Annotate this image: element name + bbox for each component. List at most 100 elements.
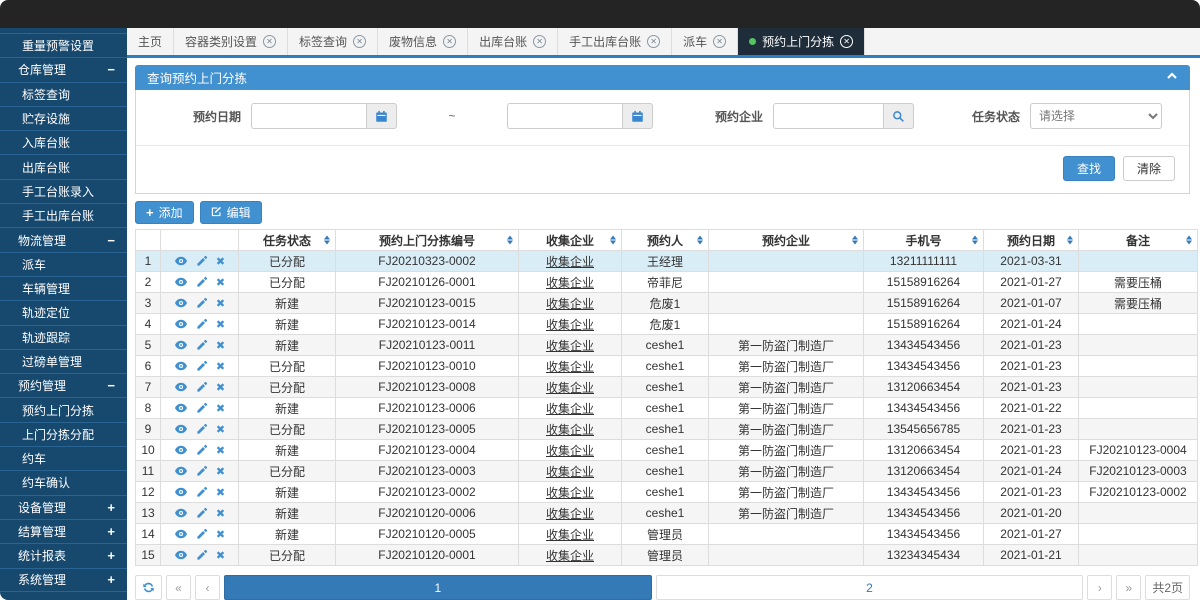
collector-cell[interactable]: 收集企业	[519, 503, 622, 524]
collector-cell[interactable]: 收集企业	[519, 482, 622, 503]
sidebar-item-track-trace[interactable]: 轨迹跟踪	[0, 325, 127, 349]
collector-link[interactable]: 收集企业	[546, 444, 594, 458]
sidebar-item-reservation-door-sorting[interactable]: 预约上门分拣	[0, 397, 127, 421]
column-header-1[interactable]: 预约上门分拣编号	[336, 230, 519, 251]
search-panel-header[interactable]: 查询预约上门分拣	[135, 65, 1190, 90]
column-header-7[interactable]: 备注	[1079, 230, 1198, 251]
edit-pencil-icon[interactable]	[196, 381, 208, 393]
view-eye-icon[interactable]	[174, 507, 188, 519]
tab-waste-info[interactable]: 废物信息✕	[378, 28, 468, 55]
sidebar-item-logistics-mgmt[interactable]: 物流管理−	[0, 227, 127, 251]
collector-link[interactable]: 收集企业	[546, 276, 594, 290]
edit-button[interactable]: 编辑	[200, 201, 262, 224]
tab-close-icon[interactable]: ✕	[353, 35, 366, 48]
column-header-2[interactable]: 收集企业	[519, 230, 622, 251]
pager-page-2[interactable]: 2	[656, 575, 1084, 600]
collector-cell[interactable]: 收集企业	[519, 419, 622, 440]
collector-cell[interactable]: 收集企业	[519, 461, 622, 482]
clear-button[interactable]: 清除	[1123, 156, 1175, 181]
table-row[interactable]: 1✖已分配FJ20210323-0002收集企业王经理1321111111120…	[136, 251, 1198, 272]
date-from-calendar-button[interactable]	[366, 103, 397, 129]
sidebar-item-reservation-mgmt[interactable]: 预约管理−	[0, 373, 127, 397]
collector-cell[interactable]: 收集企业	[519, 545, 622, 566]
sort-icon[interactable]	[1186, 236, 1192, 245]
column-header-4[interactable]: 预约企业	[709, 230, 864, 251]
delete-x-icon[interactable]: ✖	[216, 360, 225, 373]
delete-x-icon[interactable]: ✖	[216, 255, 225, 268]
view-eye-icon[interactable]	[174, 255, 188, 267]
tab-close-icon[interactable]: ✕	[443, 35, 456, 48]
sidebar-item-door-sorting-assign[interactable]: 上门分拣分配	[0, 422, 127, 446]
collector-link[interactable]: 收集企业	[546, 465, 594, 479]
edit-pencil-icon[interactable]	[196, 423, 208, 435]
view-eye-icon[interactable]	[174, 381, 188, 393]
date-from-input[interactable]	[251, 103, 366, 129]
delete-x-icon[interactable]: ✖	[216, 465, 225, 478]
sidebar-item-manual-ledger-entry[interactable]: 手工台账录入	[0, 179, 127, 203]
sidebar-item-track-location[interactable]: 轨迹定位	[0, 300, 127, 324]
table-row[interactable]: 3✖新建FJ20210123-0015收集企业危废115158916264202…	[136, 293, 1198, 314]
table-row[interactable]: 11✖已分配FJ20210123-0003收集企业ceshe1第一防盗门制造厂1…	[136, 461, 1198, 482]
sidebar-item-equipment-mgmt[interactable]: 设备管理+	[0, 495, 127, 519]
table-row[interactable]: 4✖新建FJ20210123-0014收集企业危废115158916264202…	[136, 314, 1198, 335]
edit-pencil-icon[interactable]	[196, 444, 208, 456]
collector-link[interactable]: 收集企业	[546, 486, 594, 500]
table-row[interactable]: 2✖已分配FJ20210126-0001收集企业帝菲尼1515891626420…	[136, 272, 1198, 293]
collector-link[interactable]: 收集企业	[546, 549, 594, 563]
view-eye-icon[interactable]	[174, 360, 188, 372]
view-eye-icon[interactable]	[174, 402, 188, 414]
delete-x-icon[interactable]: ✖	[216, 444, 225, 457]
delete-x-icon[interactable]: ✖	[216, 381, 225, 394]
collector-link[interactable]: 收集企业	[546, 318, 594, 332]
sidebar-item-label-query[interactable]: 标签查询	[0, 82, 127, 106]
sidebar-item-outbound-ledger[interactable]: 出库台账	[0, 154, 127, 178]
sidebar-item-warehouse-mgmt[interactable]: 仓库管理−	[0, 57, 127, 81]
column-header-3[interactable]: 预约人	[622, 230, 709, 251]
delete-x-icon[interactable]: ✖	[216, 423, 225, 436]
table-row[interactable]: 10✖新建FJ20210123-0004收集企业ceshe1第一防盗门制造厂13…	[136, 440, 1198, 461]
table-row[interactable]: 7✖已分配FJ20210123-0008收集企业ceshe1第一防盗门制造厂13…	[136, 377, 1198, 398]
sidebar-item-manual-outbound-ledger[interactable]: 手工出库台账	[0, 203, 127, 227]
add-button[interactable]: + 添加	[135, 201, 194, 224]
edit-pencil-icon[interactable]	[196, 549, 208, 561]
table-row[interactable]: 15✖已分配FJ20210120-0001收集企业管理员132343454342…	[136, 545, 1198, 566]
collector-link[interactable]: 收集企业	[546, 402, 594, 416]
edit-pencil-icon[interactable]	[196, 339, 208, 351]
edit-pencil-icon[interactable]	[196, 276, 208, 288]
panel-collapse-icon[interactable]	[1166, 70, 1178, 85]
view-eye-icon[interactable]	[174, 276, 188, 288]
view-eye-icon[interactable]	[174, 339, 188, 351]
sidebar-item-statistics-report[interactable]: 统计报表+	[0, 543, 127, 567]
tab-close-icon[interactable]: ✕	[263, 35, 276, 48]
collector-link[interactable]: 收集企业	[546, 381, 594, 395]
sort-icon[interactable]	[697, 236, 703, 245]
refresh-icon[interactable]	[135, 575, 162, 600]
sort-icon[interactable]	[507, 236, 513, 245]
table-row[interactable]: 5✖新建FJ20210123-0011收集企业ceshe1第一防盗门制造厂134…	[136, 335, 1198, 356]
tab-dispatch-vehicle[interactable]: 派车✕	[672, 28, 738, 55]
sort-icon[interactable]	[324, 236, 330, 245]
view-eye-icon[interactable]	[174, 423, 188, 435]
column-header-5[interactable]: 手机号	[864, 230, 984, 251]
sort-icon[interactable]	[1067, 236, 1073, 245]
edit-pencil-icon[interactable]	[196, 528, 208, 540]
pager-last-icon[interactable]: »	[1116, 575, 1141, 600]
date-to-calendar-button[interactable]	[622, 103, 653, 129]
column-header-6[interactable]: 预约日期	[984, 230, 1079, 251]
column-header-0[interactable]: 任务状态	[239, 230, 336, 251]
view-eye-icon[interactable]	[174, 297, 188, 309]
collector-link[interactable]: 收集企业	[546, 255, 594, 269]
sidebar-item-vehicle-mgmt[interactable]: 车辆管理	[0, 276, 127, 300]
table-row[interactable]: 6✖已分配FJ20210123-0010收集企业ceshe1第一防盗门制造厂13…	[136, 356, 1198, 377]
expand-plus-icon[interactable]: +	[107, 524, 127, 539]
collector-cell[interactable]: 收集企业	[519, 335, 622, 356]
table-row[interactable]: 13✖新建FJ20210120-0006收集企业ceshe1第一防盗门制造厂13…	[136, 503, 1198, 524]
sidebar-item-dispatch-vehicle[interactable]: 派车	[0, 252, 127, 276]
collector-cell[interactable]: 收集企业	[519, 272, 622, 293]
delete-x-icon[interactable]: ✖	[216, 486, 225, 499]
delete-x-icon[interactable]: ✖	[216, 276, 225, 289]
sidebar-item-inbound-ledger[interactable]: 入库台账	[0, 130, 127, 154]
expand-plus-icon[interactable]: +	[107, 548, 127, 563]
edit-pencil-icon[interactable]	[196, 402, 208, 414]
sort-icon[interactable]	[610, 236, 616, 245]
